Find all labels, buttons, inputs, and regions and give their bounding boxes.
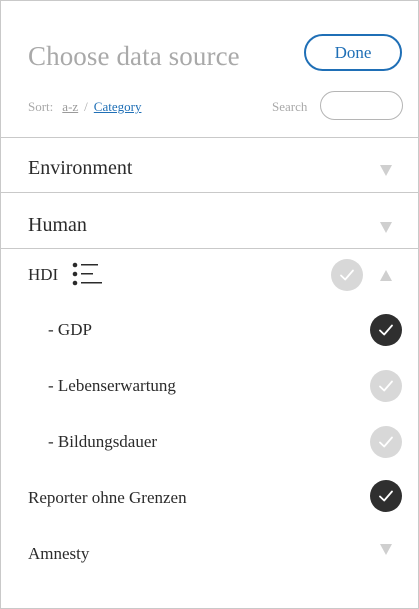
- category-label: Environment: [28, 157, 133, 179]
- sort-controls: Sort: a-z / Category: [28, 99, 141, 115]
- check-icon: [379, 380, 393, 392]
- triangle-down-icon: [380, 222, 392, 233]
- search-input[interactable]: [320, 91, 403, 120]
- item-label: Amnesty: [28, 544, 90, 563]
- check-icon: [379, 436, 393, 448]
- item-label: HDI: [28, 265, 59, 284]
- triangle-down-icon: [380, 165, 392, 176]
- list-icon[interactable]: [72, 262, 104, 288]
- search-label: Search: [272, 99, 308, 114]
- triangle-up-icon[interactable]: [380, 270, 392, 281]
- sort-separator: /: [84, 99, 88, 114]
- check-toggle-off[interactable]: [370, 426, 402, 458]
- sort-option-category[interactable]: Category: [94, 99, 142, 115]
- item-label: - Lebenserwartung: [48, 376, 176, 395]
- check-toggle-off[interactable]: [370, 370, 402, 402]
- item-label: - GDP: [48, 320, 92, 339]
- sort-label: Sort:: [28, 99, 54, 114]
- check-toggle-off[interactable]: [331, 259, 363, 291]
- divider: [1, 137, 419, 138]
- triangle-down-icon[interactable]: [380, 544, 392, 555]
- divider: [1, 192, 419, 193]
- check-toggle-on[interactable]: [370, 480, 402, 512]
- item-label: Reporter ohne Grenzen: [28, 488, 187, 507]
- data-source-panel: Choose data source Done Sort: a-z / Cate…: [0, 0, 419, 609]
- sort-option-az[interactable]: a-z: [62, 99, 78, 115]
- divider: [1, 248, 419, 249]
- done-button[interactable]: Done: [304, 34, 402, 71]
- check-icon: [379, 324, 393, 336]
- item-label: - Bildungsdauer: [48, 432, 158, 451]
- page-title: Choose data source: [28, 41, 240, 71]
- check-icon: [340, 269, 354, 281]
- check-toggle-on[interactable]: [370, 314, 402, 346]
- check-icon: [379, 490, 393, 502]
- category-label: Human: [28, 214, 87, 236]
